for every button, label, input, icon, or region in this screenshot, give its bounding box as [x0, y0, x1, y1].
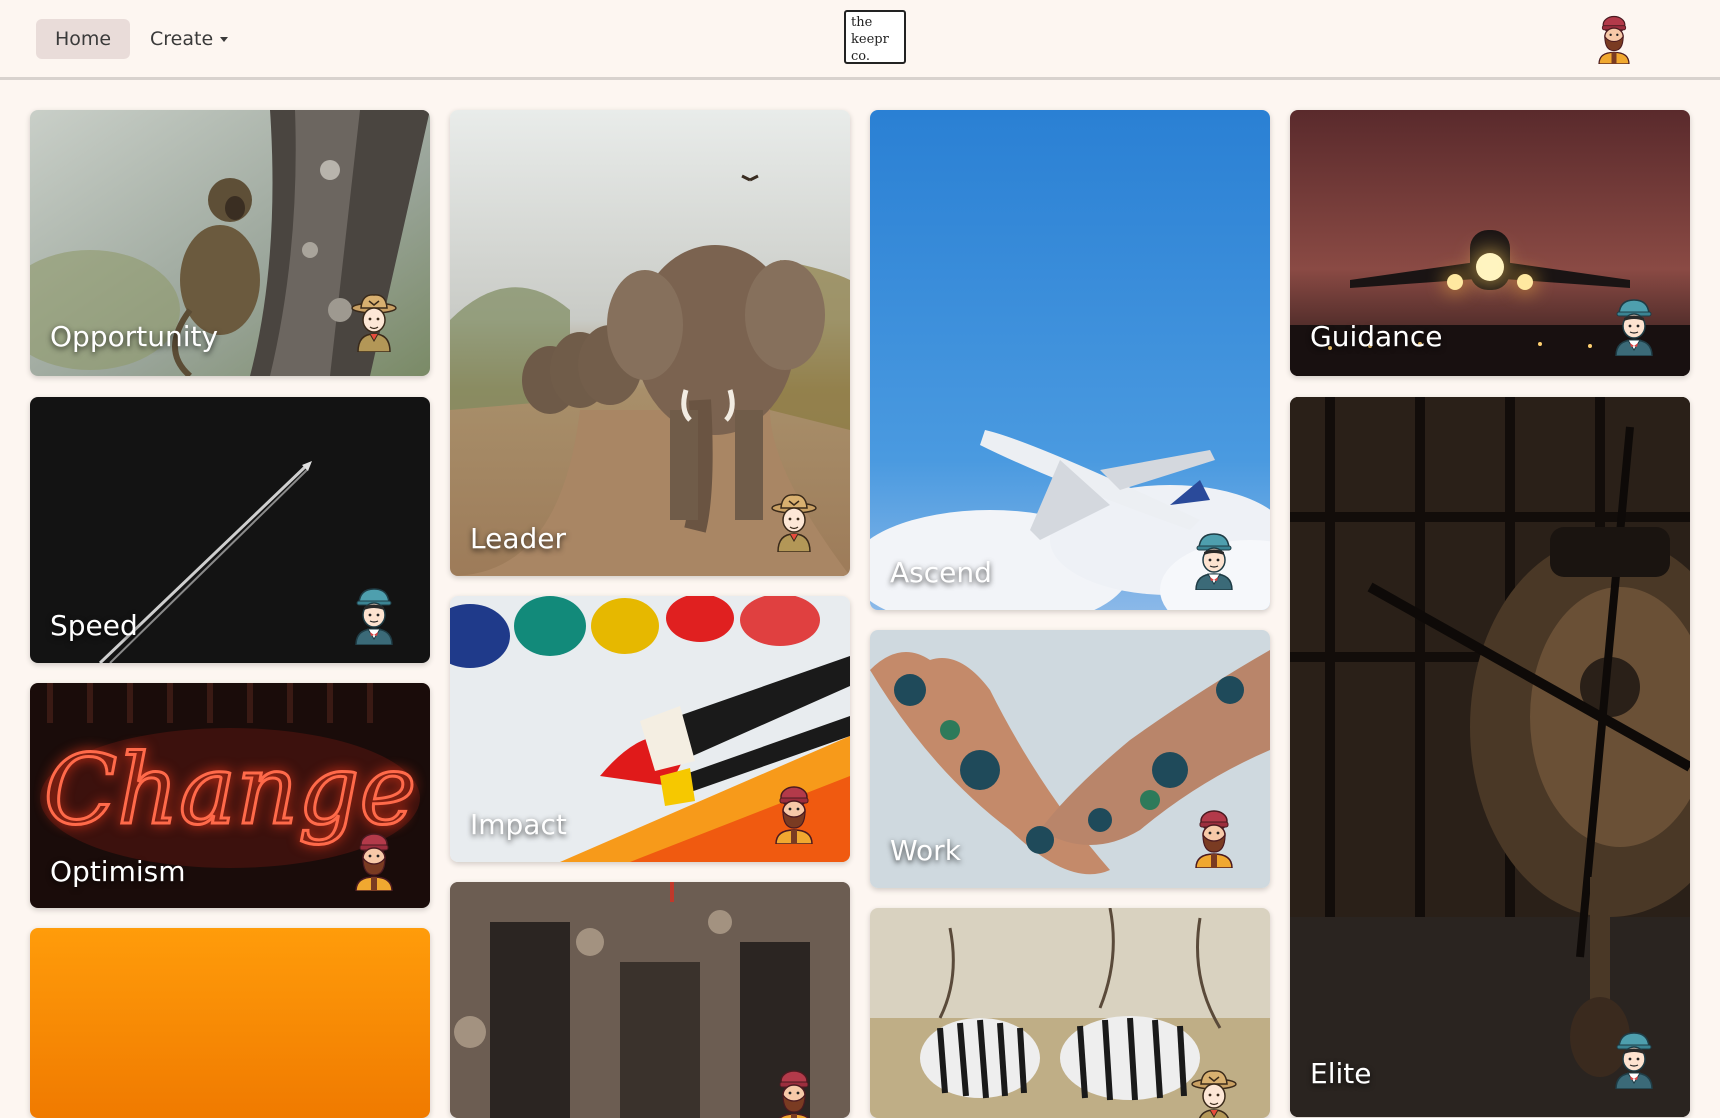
card-title: Leader	[470, 522, 567, 555]
keep-card-zebras[interactable]	[870, 908, 1270, 1118]
card-title: Impact	[470, 808, 567, 841]
card-title: Guidance	[1310, 320, 1443, 353]
ranger-hat-avatar-icon[interactable]	[348, 292, 400, 352]
ranger-hat-avatar-icon[interactable]	[1188, 1068, 1240, 1118]
keep-card-guidance[interactable]: Guidance	[1290, 110, 1690, 376]
cap-avatar-icon[interactable]	[1608, 1029, 1660, 1089]
bearded-avatar-icon[interactable]	[768, 1068, 820, 1118]
card-title: Optimism	[50, 855, 186, 888]
ranger-hat-avatar-icon[interactable]	[768, 492, 820, 552]
nav-create-label: Create	[150, 28, 214, 50]
caret-down-icon	[220, 37, 229, 42]
card-title: Ascend	[890, 556, 992, 589]
keep-card-leader[interactable]: Leader	[450, 110, 850, 576]
keep-card-work[interactable]: Work	[870, 630, 1270, 888]
keep-card-optimism[interactable]: Change Optimism	[30, 683, 430, 908]
keep-card-graffiti[interactable]	[450, 882, 850, 1118]
keep-card-impact[interactable]: Impact	[450, 596, 850, 862]
neon-sign-text: Change	[44, 734, 417, 846]
keep-card-speed[interactable]: Speed	[30, 397, 430, 663]
cap-avatar-icon[interactable]	[1608, 296, 1660, 356]
bearded-avatar-icon[interactable]	[1188, 808, 1240, 868]
keep-card-ascend[interactable]: Ascend	[870, 110, 1270, 610]
keep-card-opportunity[interactable]: Opportunity	[30, 110, 430, 376]
card-title: Speed	[50, 609, 138, 642]
nav-create-dropdown[interactable]: Create	[150, 19, 229, 59]
keep-card-sunset[interactable]	[30, 928, 430, 1118]
bearded-avatar-icon[interactable]	[768, 784, 820, 844]
nav-home-link[interactable]: Home	[36, 19, 130, 59]
keep-card-elite[interactable]: Elite	[1290, 397, 1690, 1117]
brand-logo[interactable]: the keepr co.	[844, 10, 906, 64]
bearded-avatar-icon[interactable]	[348, 831, 400, 891]
private-jet-hangar-image	[1290, 397, 1690, 1117]
card-title: Elite	[1310, 1057, 1372, 1090]
card-title: Opportunity	[50, 320, 219, 353]
navbar: Home Create the keepr co.	[0, 0, 1720, 80]
card-title: Work	[890, 834, 961, 867]
orange-sky-image	[30, 928, 430, 1118]
cap-avatar-icon[interactable]	[348, 585, 400, 645]
user-avatar[interactable]	[1592, 14, 1636, 64]
cap-avatar-icon[interactable]	[1188, 530, 1240, 590]
